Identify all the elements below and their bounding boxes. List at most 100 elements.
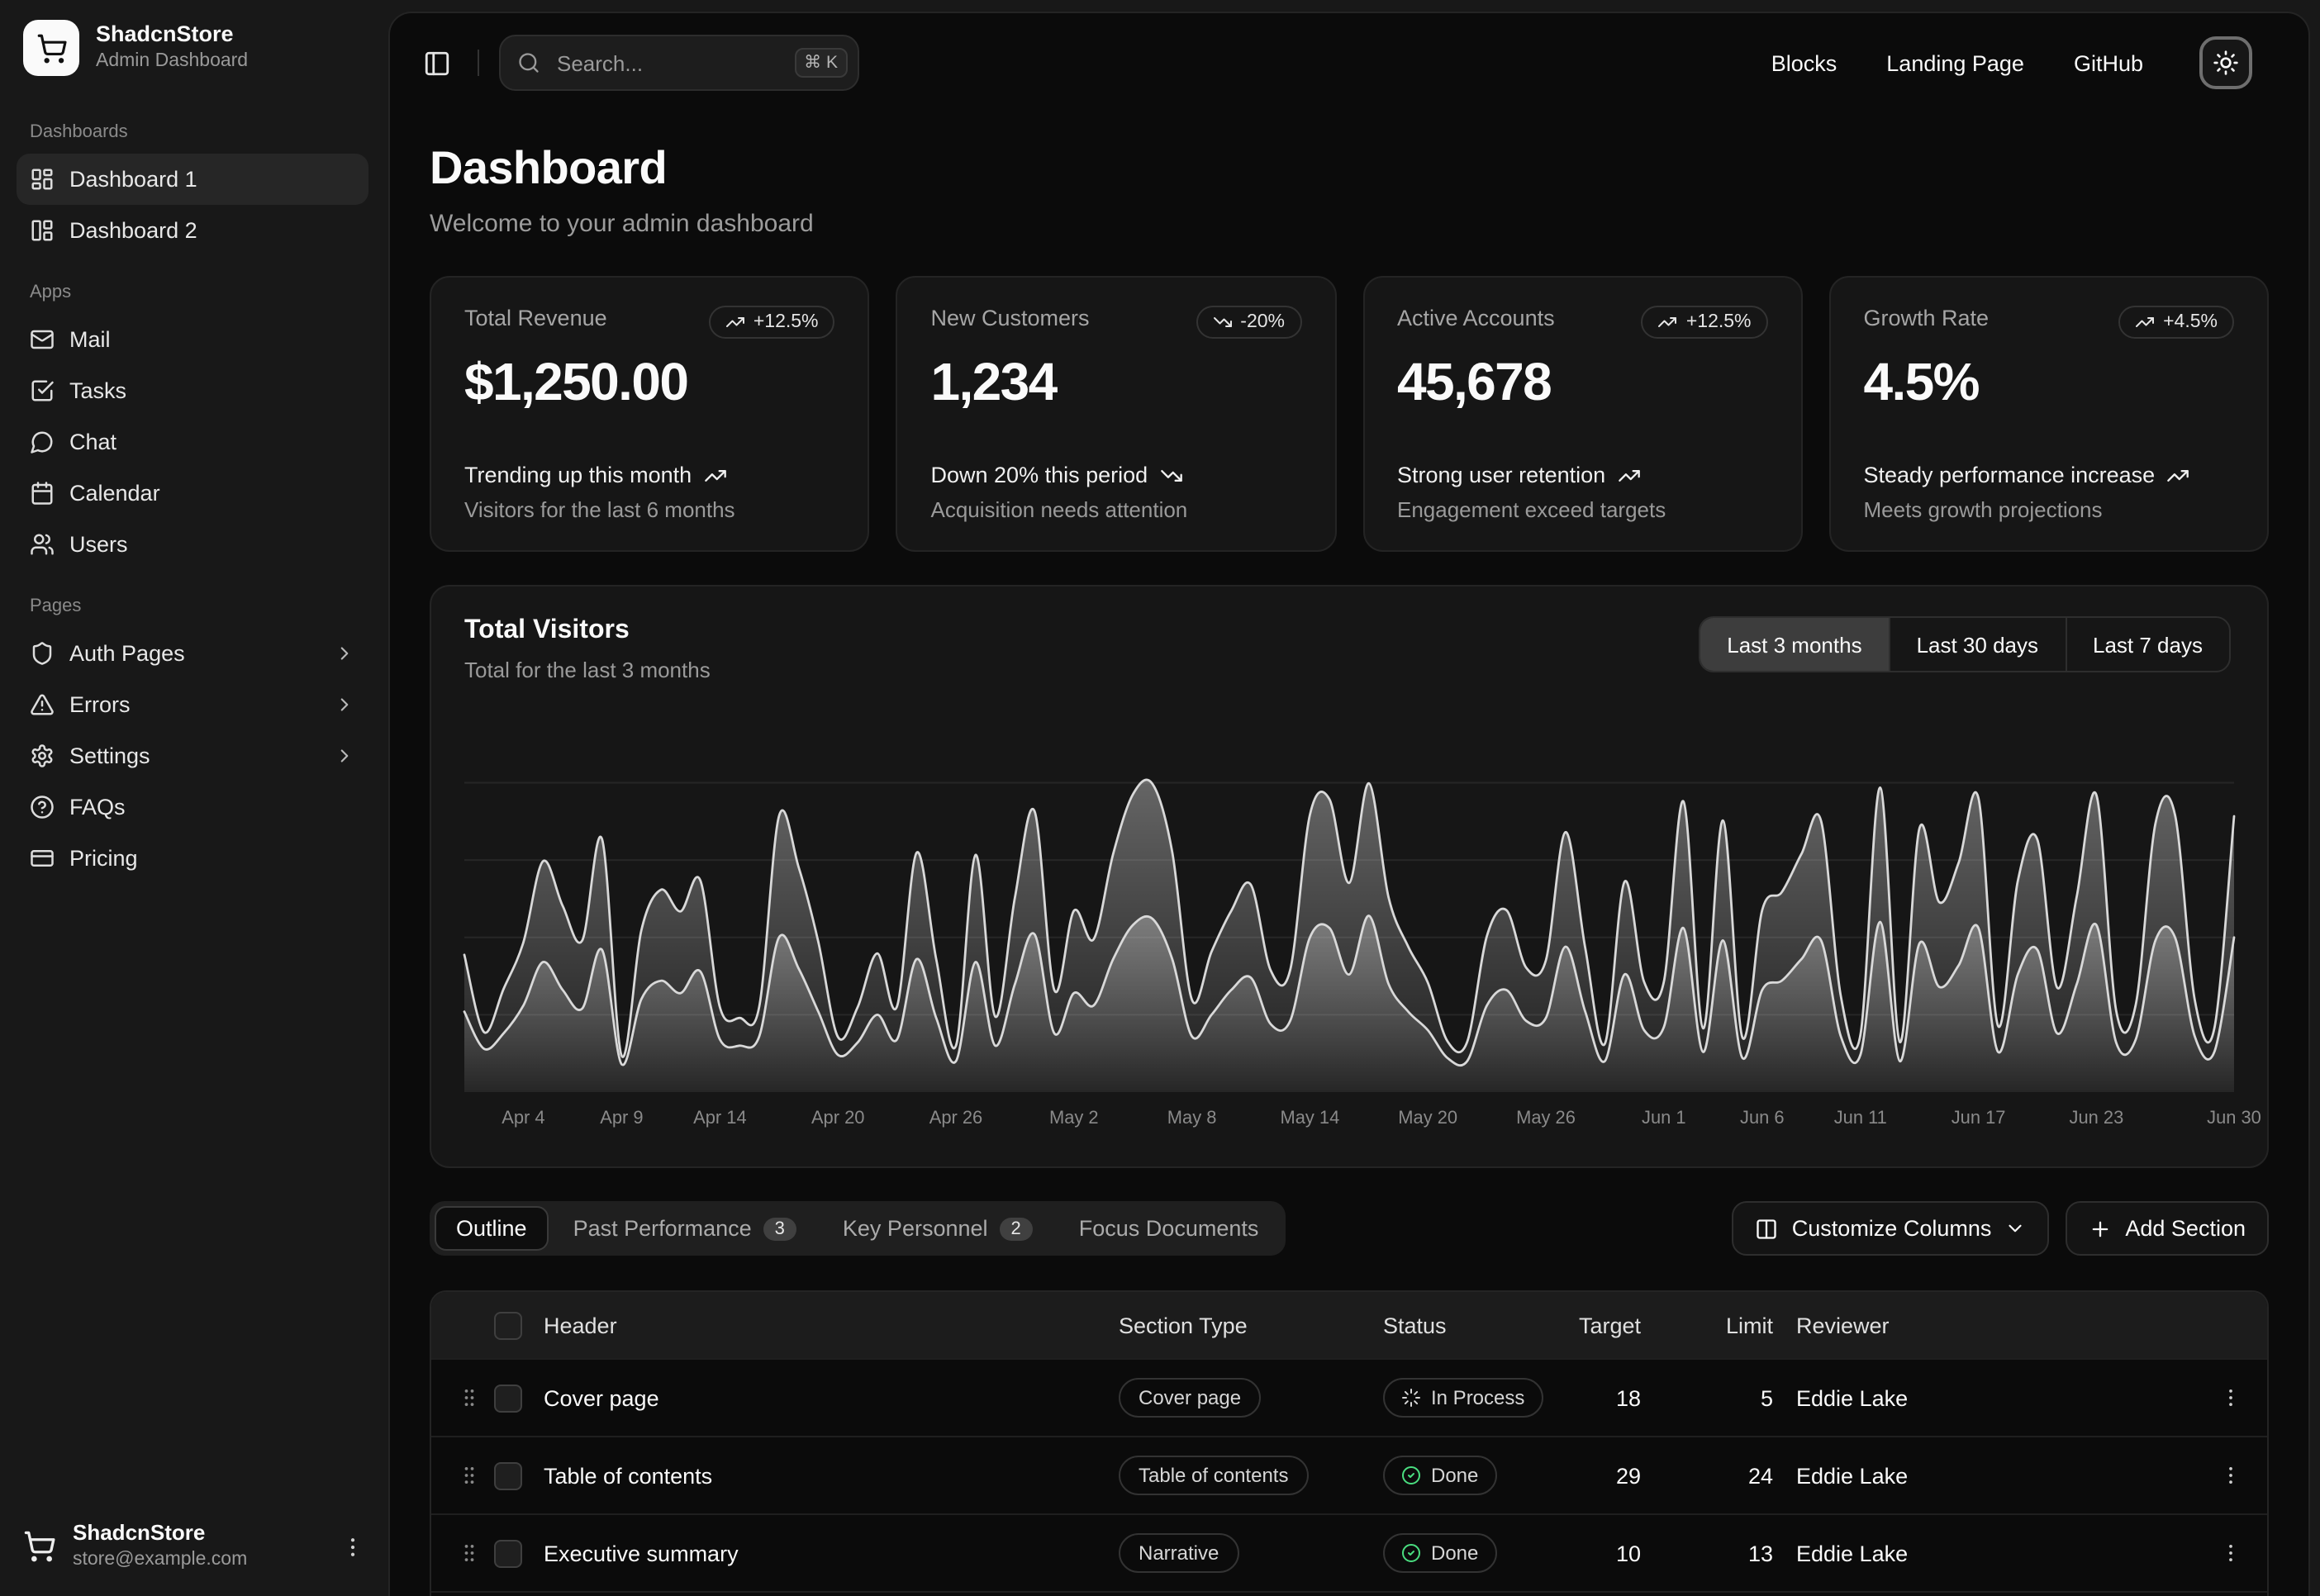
sidebar-item-faqs[interactable]: FAQs [17,781,368,833]
stat-footer-title: Down 20% this period [931,463,1302,487]
stat-cards: Total Revenue +12.5% $1,250.00 Trending … [430,276,2269,552]
panel-left-icon [423,49,451,77]
status-badge: In Process [1383,1378,1543,1418]
columns-icon [1756,1217,1779,1240]
stat-value: 1,234 [931,352,1302,413]
sidebar-item-dashboard-2[interactable]: Dashboard 2 [17,205,368,256]
row-target[interactable]: 29 [1565,1463,1664,1488]
range-last-30-days[interactable]: Last 30 days [1890,618,2066,671]
ellipsis-vertical-icon[interactable] [340,1534,365,1559]
tab-outline[interactable]: Outline [435,1206,549,1251]
sidebar-item-label: Settings [69,743,150,768]
link-blocks[interactable]: Blocks [1771,50,1837,75]
select-all-checkbox[interactable] [494,1311,522,1339]
stat-card-growth-rate: Growth Rate +4.5% 4.5% Steady performanc… [1829,276,2270,552]
drag-handle-icon[interactable] [445,1541,494,1565]
plus-icon [2089,1217,2112,1240]
visitors-area-chart[interactable]: Apr 4Apr 9Apr 14Apr 20Apr 26May 2May 8Ma… [464,745,2234,1137]
shield-icon [30,641,55,666]
brand-header[interactable]: ShadcnStore Admin Dashboard [0,0,385,89]
stat-footer-title: Steady performance increase [1864,463,2235,487]
stat-label: New Customers [931,306,1090,330]
sections-table: Header Section Type Status Target Limit … [430,1290,2269,1596]
row-reviewer[interactable]: Eddie Lake [1796,1541,2193,1565]
brand-subtitle: Admin Dashboard [96,50,248,74]
trending-up-icon [1617,463,1640,487]
add-section-button[interactable]: Add Section [2066,1201,2269,1256]
sidebar-footer-account[interactable]: ShadcnStore store@example.com [0,1503,385,1596]
page-title: Dashboard [430,142,2269,195]
stat-label: Growth Rate [1864,306,1990,330]
row-header[interactable]: Cover page [544,1385,1119,1410]
svg-text:Jun 30: Jun 30 [2207,1107,2261,1128]
row-menu-button[interactable] [2193,1464,2267,1487]
sidebar-item-users[interactable]: Users [17,519,368,570]
svg-text:Apr 9: Apr 9 [600,1107,643,1128]
stat-value: $1,250.00 [464,352,835,413]
range-toggle-group: Last 3 months Last 30 days Last 7 days [1699,616,2231,672]
search-shortcut-badge: ⌘ K [794,48,848,78]
sidebar-item-settings[interactable]: Settings [17,730,368,781]
account-name: ShadcnStore [73,1520,247,1548]
col-section-type: Section Type [1119,1313,1383,1337]
row-limit[interactable]: 24 [1664,1463,1796,1488]
stat-value: 45,678 [1397,352,1768,413]
row-reviewer[interactable]: Eddie Lake [1796,1463,2193,1488]
row-header[interactable]: Executive summary [544,1541,1119,1565]
row-reviewer[interactable]: Eddie Lake [1796,1385,2193,1410]
trending-up-icon [2135,312,2155,332]
sidebar-item-label: Errors [69,692,131,717]
range-last-7-days[interactable]: Last 7 days [2066,618,2229,671]
customize-columns-button[interactable]: Customize Columns [1733,1201,2050,1256]
layout-dashboard-icon [30,167,55,192]
sidebar-item-mail[interactable]: Mail [17,314,368,365]
sidebar-item-errors[interactable]: Errors [17,679,368,730]
section-type-badge: Narrative [1119,1533,1238,1573]
row-menu-button[interactable] [2193,1386,2267,1409]
nav-section-label-apps: Apps [17,283,368,302]
row-menu-button[interactable] [2193,1541,2267,1565]
search-box[interactable]: ⌘ K [499,35,859,91]
circle-check-icon [1401,1543,1421,1563]
sidebar-item-auth-pages[interactable]: Auth Pages [17,628,368,679]
sidebar-item-tasks[interactable]: Tasks [17,365,368,416]
stat-card-active-accounts: Active Accounts +12.5% 45,678 Strong use… [1362,276,1803,552]
row-checkbox[interactable] [494,1539,522,1567]
link-github[interactable]: GitHub [2074,50,2143,75]
trending-up-icon [725,312,745,332]
link-landing-page[interactable]: Landing Page [1886,50,2024,75]
sidebar-item-dashboard-1[interactable]: Dashboard 1 [17,154,368,205]
topbar: ⌘ K Blocks Landing Page GitHub [390,13,2308,112]
row-checkbox[interactable] [494,1384,522,1412]
row-target[interactable]: 18 [1565,1385,1664,1410]
svg-text:May 26: May 26 [1516,1107,1576,1128]
stat-card-total-revenue: Total Revenue +12.5% $1,250.00 Trending … [430,276,870,552]
row-limit[interactable]: 13 [1664,1541,1796,1565]
chevron-right-icon [334,694,355,715]
stat-label: Total Revenue [464,306,607,330]
sidebar-toggle-button[interactable] [416,42,458,83]
row-checkbox[interactable] [494,1461,522,1489]
sidebar-item-chat[interactable]: Chat [17,416,368,468]
sidebar-item-label: Auth Pages [69,641,185,666]
sidebar-item-pricing[interactable]: Pricing [17,833,368,884]
row-limit[interactable]: 5 [1664,1385,1796,1410]
sidebar: ShadcnStore Admin Dashboard Dashboards D… [0,0,385,1596]
section-type-badge: Table of contents [1119,1456,1308,1495]
row-target[interactable]: 10 [1565,1541,1664,1565]
search-input[interactable] [554,49,781,77]
row-header[interactable]: Table of contents [544,1463,1119,1488]
topbar-divider [478,50,479,76]
theme-toggle-button[interactable] [2199,36,2252,89]
sidebar-item-calendar[interactable]: Calendar [17,468,368,519]
tab-key-personnel[interactable]: Key Personnel 2 [821,1206,1054,1251]
sidebar-item-label: Chat [69,430,116,454]
tab-focus-documents[interactable]: Focus Documents [1058,1206,1281,1251]
drag-handle-icon[interactable] [445,1386,494,1409]
range-last-3-months[interactable]: Last 3 months [1700,618,1890,671]
drag-handle-icon[interactable] [445,1464,494,1487]
tab-past-performance[interactable]: Past Performance 3 [552,1206,818,1251]
circle-check-icon [1401,1465,1421,1485]
table-row: Table of contents Table of contents Done… [431,1436,2267,1513]
sidebar-item-label: Mail [69,327,111,352]
